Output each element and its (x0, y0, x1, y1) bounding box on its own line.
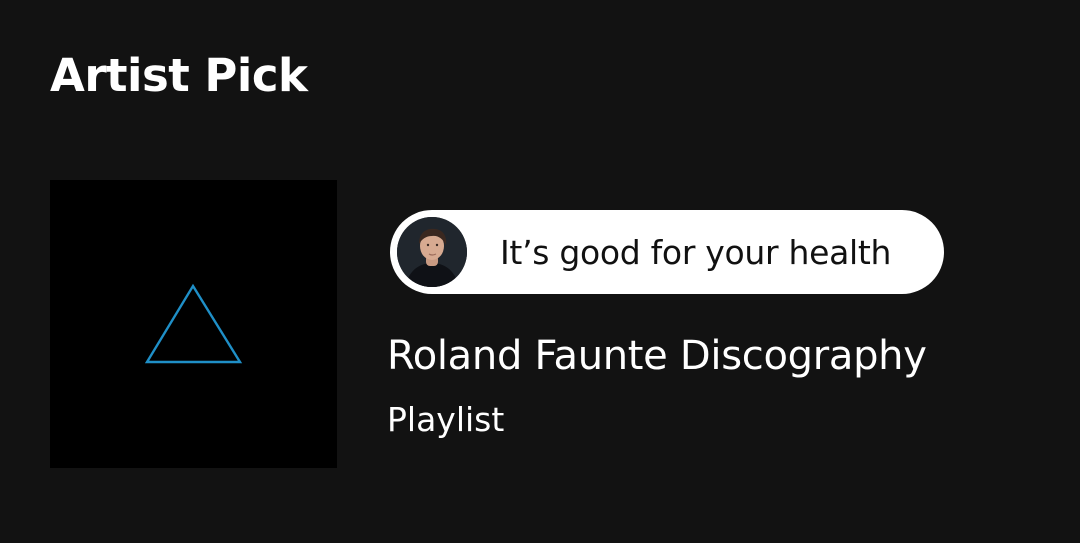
artist-comment-text: It’s good for your health (500, 232, 892, 272)
section-title: Artist Pick (50, 49, 308, 102)
artist-avatar (397, 217, 467, 287)
artist-avatar-image (397, 217, 467, 287)
playlist-type-label: Playlist (387, 400, 505, 439)
artist-pick-card[interactable]: It’s good for your health Roland Faunte … (0, 170, 1080, 480)
playlist-cover[interactable] (50, 180, 337, 468)
triangle-outline-icon (144, 283, 243, 364)
artist-comment-pill[interactable]: It’s good for your health (390, 210, 944, 294)
playlist-title[interactable]: Roland Faunte Discography (387, 328, 927, 384)
